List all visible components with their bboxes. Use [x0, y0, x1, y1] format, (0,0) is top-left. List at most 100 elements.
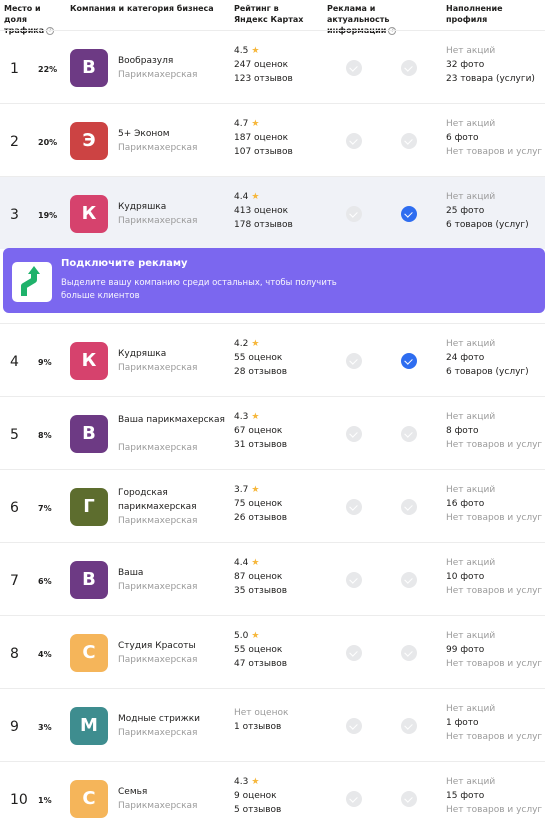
- ad-status-icon: [346, 718, 362, 734]
- actuality-check-icon: [401, 572, 417, 588]
- reviews-count: 123 отзывов: [234, 74, 293, 84]
- traffic-share: 4%: [38, 650, 52, 659]
- goods-count: 6 товаров (услуг): [446, 367, 529, 377]
- rating-line: 4.3 ★: [234, 775, 259, 789]
- table-row[interactable]: 7 6% В Ваша Парикмахерская 4.4 ★ 87 оцено…: [0, 542, 545, 615]
- company-name[interactable]: Кудряшка: [118, 200, 228, 214]
- goods-count: Нет товаров и услуг: [446, 659, 543, 669]
- rank-number: 4: [10, 354, 19, 370]
- reviews-count: 28 отзывов: [234, 367, 288, 377]
- actuality-check-icon: [401, 645, 417, 661]
- table-row[interactable]: 4 9% К Кудряшка Парикмахерская 4.2 ★ 55 о…: [0, 323, 545, 396]
- rank-number: 1: [10, 61, 19, 77]
- ratings-count: 75 оценок: [234, 499, 283, 509]
- growth-arrow-icon: [12, 262, 52, 302]
- col-company-header: Компания и категория бизнеса: [70, 4, 214, 13]
- banner-title: Подключите рекламу: [61, 258, 188, 269]
- company-name[interactable]: Городская парикмахерская: [118, 486, 228, 514]
- rating-value: 4.2: [234, 339, 249, 349]
- company-name[interactable]: Семья: [118, 785, 228, 799]
- company-avatar: Г: [70, 488, 108, 526]
- company-avatar: В: [70, 49, 108, 87]
- promo-status: Нет акций: [446, 558, 496, 568]
- actuality-check-icon: [401, 499, 417, 515]
- company-name[interactable]: Модные стрижки: [118, 712, 228, 726]
- actuality-check-icon: [401, 718, 417, 734]
- traffic-share: 3%: [38, 723, 52, 732]
- rank-number: 2: [10, 134, 19, 150]
- reviews-count: 178 отзывов: [234, 220, 293, 230]
- rating-value: 4.3: [234, 412, 249, 422]
- rank-number: 6: [10, 500, 19, 516]
- company-avatar: Э: [70, 122, 108, 160]
- rating-value: 4.5: [234, 46, 249, 56]
- actuality-check-icon: [401, 791, 417, 807]
- table-row[interactable]: 3 19% К Кудряшка Парикмахерская 4.4 ★ 413…: [0, 176, 545, 249]
- star-icon: ★: [251, 558, 260, 568]
- ratings-count: 247 оценок: [234, 60, 289, 70]
- company-category: Парикмахерская: [118, 728, 198, 738]
- goods-count: Нет товаров и услуг: [446, 586, 543, 596]
- ratings-count: 87 оценок: [234, 572, 283, 582]
- photos-count: 32 фото: [446, 60, 485, 70]
- rating-line: 4.3 ★: [234, 410, 259, 424]
- traffic-share: 7%: [38, 504, 52, 513]
- table-row[interactable]: 5 8% В Ваша парикмахерская Парикмахерска…: [0, 396, 545, 469]
- rating-line: 3.7 ★: [234, 483, 259, 497]
- company-name[interactable]: 5+ Эконом: [118, 127, 228, 141]
- company-name[interactable]: Ваша: [118, 566, 228, 580]
- company-avatar: С: [70, 780, 108, 818]
- reviews-count: 31 отзывов: [234, 440, 288, 450]
- ratings-count: 187 оценок: [234, 133, 289, 143]
- company-avatar: В: [70, 415, 108, 453]
- rank-number: 9: [10, 719, 19, 735]
- actuality-check-icon: [401, 206, 417, 222]
- rating-value: 4.4: [234, 192, 249, 202]
- table-row[interactable]: 2 20% Э 5+ Эконом Парикмахерская 4.7 ★ 18…: [0, 103, 545, 176]
- company-name[interactable]: Студия Красоты: [118, 639, 228, 653]
- traffic-share: 19%: [38, 211, 58, 220]
- rating-line: 4.4 ★: [234, 556, 259, 570]
- photos-count: 16 фото: [446, 499, 485, 509]
- star-icon: ★: [251, 192, 260, 202]
- table-row[interactable]: 9 3% М Модные стрижки Парикмахерская Нет…: [0, 688, 545, 761]
- company-category: Парикмахерская: [118, 70, 198, 80]
- company-avatar: К: [70, 342, 108, 380]
- company-category: Парикмахерская: [118, 582, 198, 592]
- reviews-count: 47 отзывов: [234, 659, 288, 669]
- star-icon: ★: [251, 119, 260, 129]
- company-category: Парикмахерская: [118, 655, 198, 665]
- goods-count: 6 товаров (услуг): [446, 220, 529, 230]
- company-avatar: К: [70, 195, 108, 233]
- actuality-check-icon: [401, 60, 417, 76]
- table-row[interactable]: 6 7% Г Городская парикмахерская Парикмах…: [0, 469, 545, 542]
- star-icon: ★: [251, 339, 260, 349]
- rank-number: 10: [10, 792, 28, 808]
- promo-status: Нет акций: [446, 777, 496, 787]
- traffic-share: 20%: [38, 138, 58, 147]
- traffic-share: 6%: [38, 577, 52, 586]
- rank-number: 5: [10, 427, 19, 443]
- promo-status: Нет акций: [446, 704, 496, 714]
- goods-count: Нет товаров и услуг: [446, 147, 543, 157]
- traffic-share: 9%: [38, 358, 52, 367]
- rank-number: 7: [10, 573, 19, 589]
- table-row[interactable]: 10 1% С Семья Парикмахерская 4.3 ★ 9 оцен…: [0, 761, 545, 825]
- company-name[interactable]: Ваша парикмахерская: [118, 413, 228, 427]
- col-rating-header: Рейтинг в Яндекс Картах: [234, 4, 304, 24]
- photos-count: 8 фото: [446, 426, 479, 436]
- goods-count: Нет товаров и услуг: [446, 732, 543, 742]
- ratings-count: 9 оценок: [234, 791, 277, 801]
- rating-line: 4.5 ★: [234, 44, 259, 58]
- ad-status-icon: [346, 791, 362, 807]
- reviews-count: 1 отзывов: [234, 722, 282, 732]
- ratings-count: 55 оценок: [234, 353, 283, 363]
- company-name[interactable]: Кудряшка: [118, 347, 228, 361]
- company-name[interactable]: Вообразуля: [118, 54, 228, 68]
- ad-promo-banner[interactable]: Подключите рекламу Выделите вашу компани…: [3, 248, 545, 313]
- table-row[interactable]: 1 22% В Вообразуля Парикмахерская 4.5 ★ 2…: [0, 30, 545, 103]
- reviews-count: 35 отзывов: [234, 586, 288, 596]
- table-row[interactable]: 8 4% С Студия Красоты Парикмахерская 5.0…: [0, 615, 545, 688]
- company-category: Парикмахерская: [118, 143, 198, 153]
- photos-count: 99 фото: [446, 645, 485, 655]
